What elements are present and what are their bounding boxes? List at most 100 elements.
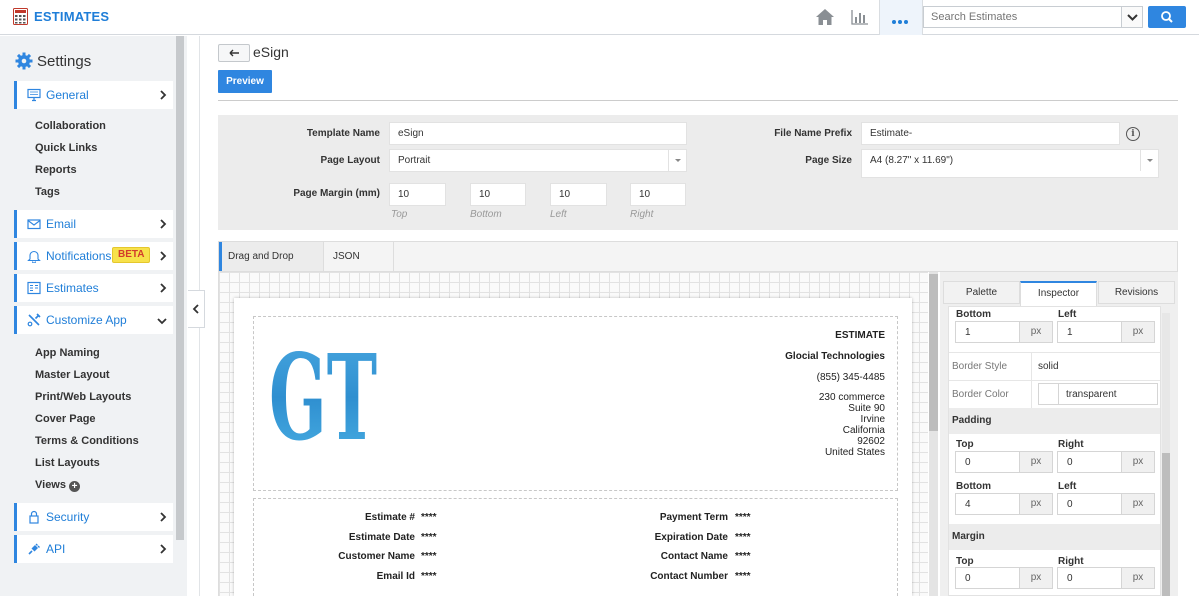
collapse-sidebar-button[interactable]	[188, 290, 205, 328]
margin-top-input[interactable]: 0 px	[955, 567, 1053, 589]
divider	[1031, 352, 1032, 380]
margin-right-input[interactable]: 0 px	[1057, 567, 1155, 589]
sidebar-title: Settings	[37, 53, 92, 70]
calculator-icon	[13, 8, 28, 25]
field-value: ****	[421, 512, 437, 523]
chevron-right-icon	[160, 251, 167, 261]
company-logo[interactable]: GT	[268, 326, 378, 444]
home-icon[interactable]	[815, 8, 835, 26]
border-color-input[interactable]: transparent	[1038, 383, 1158, 405]
border-left-label: Left	[1058, 309, 1077, 320]
caret-down-icon	[675, 159, 681, 162]
sidebar-scrollbar[interactable]	[176, 36, 184, 540]
sidebar-sub-quick-links[interactable]: Quick Links	[35, 142, 97, 154]
dropdown-arrow[interactable]	[668, 150, 686, 171]
margin-right-input[interactable]: 10	[630, 183, 686, 206]
sidebar-sub-collaboration[interactable]: Collaboration	[35, 120, 106, 132]
padding-right-input[interactable]: 0 px	[1057, 451, 1155, 473]
preview-button[interactable]: Preview	[218, 70, 272, 93]
sidebar-item-customize-app[interactable]: Customize App	[14, 306, 173, 334]
color-swatch[interactable]	[1039, 384, 1059, 404]
tab-palette[interactable]: Palette	[943, 281, 1020, 304]
estimate-heading: ESTIMATE	[835, 330, 885, 341]
back-button[interactable]	[218, 44, 250, 62]
sidebar-item-estimates[interactable]: Estimates	[14, 274, 173, 302]
inspector-scrollbar-thumb[interactable]	[1162, 453, 1170, 596]
tab-json-editor[interactable]: JSON Editor	[327, 242, 393, 291]
border-color-label: Border Color	[952, 389, 1009, 400]
editor-tabs: Drag and Drop Editor JSON Editor	[218, 241, 1178, 291]
unit-label: px	[1019, 322, 1052, 342]
field-value: ****	[421, 532, 437, 543]
sidebar-sub-reports[interactable]: Reports	[35, 164, 77, 176]
margin-left-caption: Left	[550, 209, 567, 220]
divider	[949, 352, 1160, 353]
sidebar-sub-master-layout[interactable]: Master Layout	[35, 369, 110, 381]
address-line: United States	[824, 447, 885, 458]
margin-top-input[interactable]: 10	[389, 183, 446, 206]
tab-drag-and-drop-editor[interactable]: Drag and Drop Editor	[219, 242, 323, 291]
border-left-input[interactable]: 1 px	[1057, 321, 1155, 343]
margin-section-title: Margin	[949, 524, 1160, 550]
unit-label: px	[1121, 494, 1154, 514]
template-name-input[interactable]: eSign	[389, 122, 687, 145]
sidebar-item-email[interactable]: Email	[14, 210, 173, 238]
address-line: 92602	[857, 436, 885, 447]
sidebar-item-label: Email	[46, 217, 77, 231]
margin-left-input[interactable]: 10	[550, 183, 607, 206]
sidebar-item-api[interactable]: API	[14, 535, 173, 563]
sidebar-sub-app-naming[interactable]: App Naming	[35, 347, 100, 359]
padding-left-input[interactable]: 0 px	[1057, 493, 1155, 515]
border-bottom-input[interactable]: 1 px	[955, 321, 1053, 343]
padding-right-value: 0	[1067, 457, 1073, 468]
unit-label: px	[1019, 568, 1052, 588]
padding-top-input[interactable]: 0 px	[955, 451, 1053, 473]
page-layout-select[interactable]: Portrait	[389, 149, 687, 172]
dropdown-arrow[interactable]	[1140, 150, 1158, 171]
file-prefix-input[interactable]: Estimate-	[861, 122, 1120, 145]
search-button[interactable]	[1148, 6, 1186, 28]
tab-revisions[interactable]: Revisions	[1098, 281, 1175, 304]
sidebar-sub-list-layouts[interactable]: List Layouts	[35, 457, 100, 469]
add-view-icon[interactable]: +	[69, 481, 80, 492]
margin-top-label: Top	[956, 556, 974, 567]
caret-down-icon	[1147, 159, 1153, 162]
field-label: Expiration Date	[654, 532, 728, 543]
more-icon[interactable]	[892, 15, 910, 27]
page-layout-value: Portrait	[398, 155, 431, 166]
search-dropdown[interactable]	[1121, 7, 1142, 27]
field-value: ****	[735, 512, 751, 523]
sidebar-sub-print-web-layouts[interactable]: Print/Web Layouts	[35, 391, 131, 403]
sidebar-item-general[interactable]: General	[14, 81, 173, 109]
sidebar-sub-cover-page[interactable]: Cover Page	[35, 413, 96, 425]
margin-top-value: 0	[965, 573, 971, 584]
address-line: 230 commerce	[818, 392, 885, 403]
sidebar-sub-terms-conditions[interactable]: Terms & Conditions	[35, 435, 139, 447]
search-input[interactable]	[924, 7, 1121, 27]
field-label: Customer Name	[338, 551, 415, 562]
sidebar-item-notifications[interactable]: Notifications BETA	[14, 242, 173, 270]
info-icon[interactable]: i	[1126, 127, 1140, 141]
sidebar-item-label: API	[46, 542, 66, 556]
canvas-scrollbar-thumb[interactable]	[929, 274, 938, 431]
margin-bottom-input[interactable]: 10	[470, 183, 526, 206]
padding-bottom-input[interactable]: 4 px	[955, 493, 1053, 515]
padding-bottom-value: 4	[965, 499, 971, 510]
field-value: ****	[421, 571, 437, 582]
template-name-label: Template Name	[306, 128, 380, 139]
padding-section-title: Padding	[949, 408, 1160, 434]
chevron-right-icon	[160, 90, 167, 100]
sidebar-sub-views[interactable]: Views +	[35, 479, 80, 492]
tab-inspector[interactable]: Inspector	[1020, 281, 1097, 306]
sidebar-sub-tags[interactable]: Tags	[35, 186, 60, 198]
padding-right-label: Right	[1058, 439, 1084, 450]
app-title[interactable]: ESTIMATES	[34, 9, 109, 24]
address-line: Irvine	[860, 414, 885, 425]
page-size-select[interactable]: A4 (8.27" x 11.69")	[861, 149, 1159, 178]
border-style-select[interactable]: solid	[1038, 361, 1059, 372]
unit-label: px	[1019, 494, 1052, 514]
beta-badge: BETA	[112, 247, 151, 263]
divider	[323, 242, 324, 271]
bar-chart-icon[interactable]	[850, 8, 870, 26]
sidebar-item-security[interactable]: Security	[14, 503, 173, 531]
